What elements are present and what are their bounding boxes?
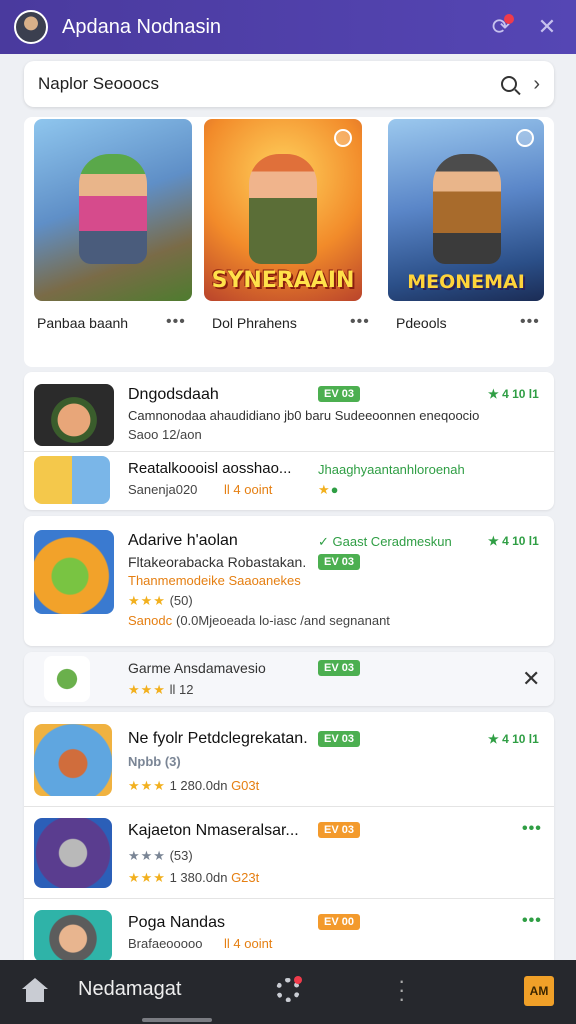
list-item[interactable]: Poga Nandas EV 00 ••• Brafaeooooo ll 4 o… <box>24 900 554 962</box>
game-points: ll 4 ooint <box>224 482 273 497</box>
more-vertical-icon[interactable]: · · · <box>398 970 405 1010</box>
list-item[interactable]: Dngodsdaah EV 03 ★ 4 10 l1 Camnonodaa ah… <box>24 372 554 452</box>
rating-value: ★ 4 10 l1 <box>488 387 539 401</box>
search-input[interactable]: Naplor Seooocs <box>38 74 501 94</box>
game-points: ll 4 ooint <box>224 936 273 951</box>
featured-label: Dol Phrahens <box>212 315 297 331</box>
chevron-right-icon[interactable]: › <box>533 73 540 96</box>
promo-meta: ll 12 <box>169 682 194 697</box>
guest-badge: ✓ Gaast Ceradmeskun <box>318 534 452 549</box>
home-icon[interactable] <box>22 978 48 1002</box>
close-icon[interactable]: ✕ <box>522 666 540 692</box>
stars-icon: ★★★ <box>128 682 166 697</box>
stars-icon: ★★★ <box>128 870 166 885</box>
stars-icon: ★★★ <box>128 848 166 863</box>
featured-section: SYNERAAIN MEONEMAI Panbaa baanh ••• Dol … <box>24 117 554 367</box>
ev-badge: EV 03 <box>318 822 360 838</box>
game-thumbnail <box>34 384 114 446</box>
rating-stars: ★★★ (50) <box>128 593 193 609</box>
ev-badge: EV 03 <box>318 731 360 747</box>
stars-icon: ★★★ <box>128 593 166 608</box>
game-extra: G03t <box>231 778 260 793</box>
game-thumbnail <box>34 910 112 962</box>
game-extra: G23t <box>231 870 260 885</box>
game-title: Kajaeton Nmaseralsar... <box>128 822 299 839</box>
home-indicator[interactable] <box>142 1018 212 1022</box>
featured-card[interactable] <box>34 119 192 301</box>
game-meta: Saoo 12/aon <box>128 427 202 442</box>
search-icon[interactable] <box>501 76 518 92</box>
game-title: Poga Nandas <box>128 914 225 931</box>
featured-card[interactable]: SYNERAAIN <box>204 119 362 301</box>
promo-title: Garme Ansdamavesio <box>128 660 266 676</box>
game-size: 1 280.0dn <box>169 778 228 793</box>
notification-icon[interactable]: ⟳ <box>486 12 516 42</box>
promo-banner[interactable]: Garme Ansdamavesio EV 03 ★★★ ll 12 ✕ <box>24 652 554 706</box>
stars-icon: ★★★ <box>128 778 166 793</box>
game-thumbnail <box>34 456 110 504</box>
game-title: Ne fyolr Petdclegrekatan. <box>128 730 308 747</box>
game-size: 1 380.0dn <box>169 870 228 885</box>
ev-badge: EV 03 <box>318 386 360 402</box>
game-tagline: Jhaaghyaantanhloroenah <box>318 462 465 477</box>
ev-badge: EV 03 <box>318 660 360 676</box>
game-thumbnail <box>34 530 114 614</box>
game-description: Camnonodaa ahaudidiano jb0 baru Sudeeoon… <box>128 408 480 423</box>
close-icon[interactable]: ✕ <box>532 12 562 42</box>
game-character-image <box>79 154 147 264</box>
game-status: Sanodc <box>128 613 173 628</box>
game-card[interactable]: Adarive h'aolan ✓ Gaast Ceradmeskun ★ 4 … <box>24 516 554 646</box>
app-title: Apdana Nodnasin <box>62 15 222 38</box>
more-options-icon[interactable]: ••• <box>520 313 540 331</box>
game-list: Ne fyolr Petdclegrekatan. EV 03 ★ 4 10 l… <box>24 712 554 962</box>
rating-count: (50) <box>169 593 193 608</box>
top-app-bar: Apdana Nodnasin ⟳ ✕ <box>0 0 576 54</box>
notification-dot <box>504 14 514 24</box>
featured-card[interactable]: MEONEMAI <box>388 119 544 301</box>
more-options-icon[interactable]: ••• <box>522 820 542 838</box>
list-item[interactable]: Reatalkoooisl aosshao... Jhaaghyaantanhl… <box>24 452 554 510</box>
badge-icon <box>516 129 534 147</box>
divider <box>24 898 554 899</box>
more-options-icon[interactable]: ••• <box>166 313 186 331</box>
game-title: Reatalkoooisl aosshao... <box>128 460 292 477</box>
more-options-icon[interactable]: ••• <box>522 912 542 930</box>
game-list: Dngodsdaah EV 03 ★ 4 10 l1 Camnonodaa ah… <box>24 372 554 510</box>
game-subtitle: Thanmemodeike Saaoanekes <box>128 573 301 588</box>
game-meta: Sanenja020 <box>128 482 198 497</box>
ev-badge: EV 00 <box>318 914 360 930</box>
more-options-icon[interactable]: ••• <box>350 313 370 331</box>
rating-count: (53) <box>169 848 193 863</box>
divider <box>24 806 554 807</box>
rating-value: ★ 4 10 l1 <box>488 732 539 746</box>
game-description: Fltakeorabacka Robastakan. <box>128 554 307 570</box>
search-bar[interactable]: Naplor Seooocs › <box>24 61 554 107</box>
game-title: Dngodsdaah <box>128 386 219 403</box>
game-logo-banner: MEONEMAI <box>407 271 525 293</box>
badge-icon <box>334 129 352 147</box>
game-title: Adarive h'aolan <box>128 532 238 549</box>
game-note: (0.0Mjeoeada lo-iasc /and segnanant <box>176 613 390 628</box>
game-character-image <box>433 154 501 264</box>
game-logo-banner: SYNERAAIN <box>211 268 355 293</box>
ev-badge: EV 03 <box>318 554 360 570</box>
game-character-image <box>249 154 317 264</box>
game-thumbnail <box>44 656 90 702</box>
featured-label: Panbaa baanh <box>37 315 129 331</box>
list-item[interactable]: Ne fyolr Petdclegrekatan. EV 03 ★ 4 10 l… <box>24 712 554 804</box>
nav-label[interactable]: Nedamagat <box>78 978 181 1001</box>
star-badge-icon: ★● <box>318 482 339 497</box>
game-thumbnail <box>34 724 112 796</box>
rating-value: ★ 4 10 l1 <box>488 534 539 548</box>
list-item[interactable]: Kajaeton Nmaseralsar... EV 03 ••• ★★★ (5… <box>24 808 554 898</box>
avatar[interactable] <box>14 10 48 44</box>
game-thumbnail <box>34 818 112 888</box>
action-button[interactable]: AM <box>524 976 554 1006</box>
game-meta: Brafaeooooo <box>128 936 203 951</box>
notification-dot <box>294 976 302 984</box>
game-meta: Npbb (3) <box>128 754 181 769</box>
bottom-navigation: Nedamagat · · · AM <box>0 960 576 1024</box>
featured-label: Pdeools <box>396 315 447 331</box>
